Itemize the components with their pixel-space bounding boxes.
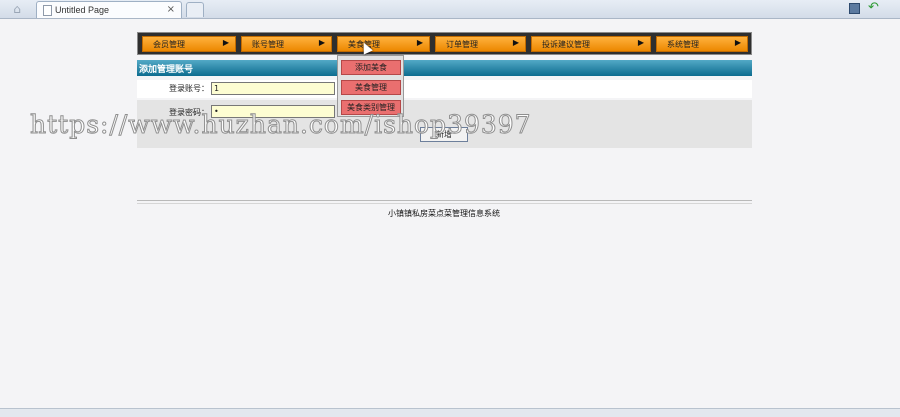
menu-item-food-manage[interactable]: 美食管理	[341, 80, 401, 95]
save-page-icon[interactable]	[849, 3, 860, 14]
nav-item-label: 投诉建议管理	[542, 40, 590, 49]
account-label: 登录账号：	[169, 84, 209, 93]
footer-divider	[137, 200, 752, 201]
arrow-right-icon: ▶	[416, 38, 423, 47]
menu-item-add-food[interactable]: 添加美食	[341, 60, 401, 75]
account-field[interactable]: 1	[211, 82, 335, 95]
main-nav: 会员管理 ▶ 账号管理 ▶ 美食管理 ▶ 订单管理 ▶ 投诉建议管理 ▶ 系统管…	[137, 32, 752, 55]
browser-tab[interactable]: Untitled Page ×	[36, 1, 182, 18]
section-header: 添加管理账号	[137, 60, 752, 76]
arrow-right-icon: ▶	[512, 38, 519, 47]
new-tab-button[interactable]	[186, 2, 204, 17]
browser-tab-strip: ⌂ Untitled Page × ↶	[0, 0, 900, 19]
page-title: 添加管理账号	[139, 65, 194, 75]
watermark: https://www.huzhan.com/ishop39397	[30, 110, 532, 140]
footer-text: 小镇镇私房菜点菜管理信息系统	[388, 209, 500, 218]
nav-item-complaints[interactable]: 投诉建议管理 ▶	[531, 36, 651, 52]
back-arrow-icon[interactable]: ↶	[868, 1, 879, 15]
nav-item-order[interactable]: 订单管理 ▶	[435, 36, 526, 52]
arrow-right-icon: ▶	[318, 38, 325, 47]
close-icon[interactable]: ×	[167, 4, 175, 15]
nav-item-label: 账号管理	[252, 40, 284, 49]
arrow-right-icon: ▶	[637, 38, 644, 47]
food-dropdown-menu: 添加美食 美食管理 美食类别管理	[337, 55, 404, 117]
arrow-right-icon: ▶	[734, 38, 741, 47]
nav-item-system[interactable]: 系统管理 ▶	[656, 36, 748, 52]
nav-item-food[interactable]: 美食管理 ▶	[337, 36, 430, 52]
arrow-right-icon: ▶	[222, 38, 229, 47]
footer-divider	[137, 203, 752, 204]
nav-item-label: 会员管理	[153, 40, 185, 49]
nav-item-label: 系统管理	[667, 40, 699, 49]
nav-item-label: 订单管理	[446, 40, 478, 49]
nav-item-member[interactable]: 会员管理 ▶	[142, 36, 236, 52]
home-icon[interactable]: ⌂	[8, 2, 26, 16]
document-icon	[43, 5, 52, 16]
tab-title: Untitled Page	[55, 5, 110, 15]
nav-item-account[interactable]: 账号管理 ▶	[241, 36, 332, 52]
